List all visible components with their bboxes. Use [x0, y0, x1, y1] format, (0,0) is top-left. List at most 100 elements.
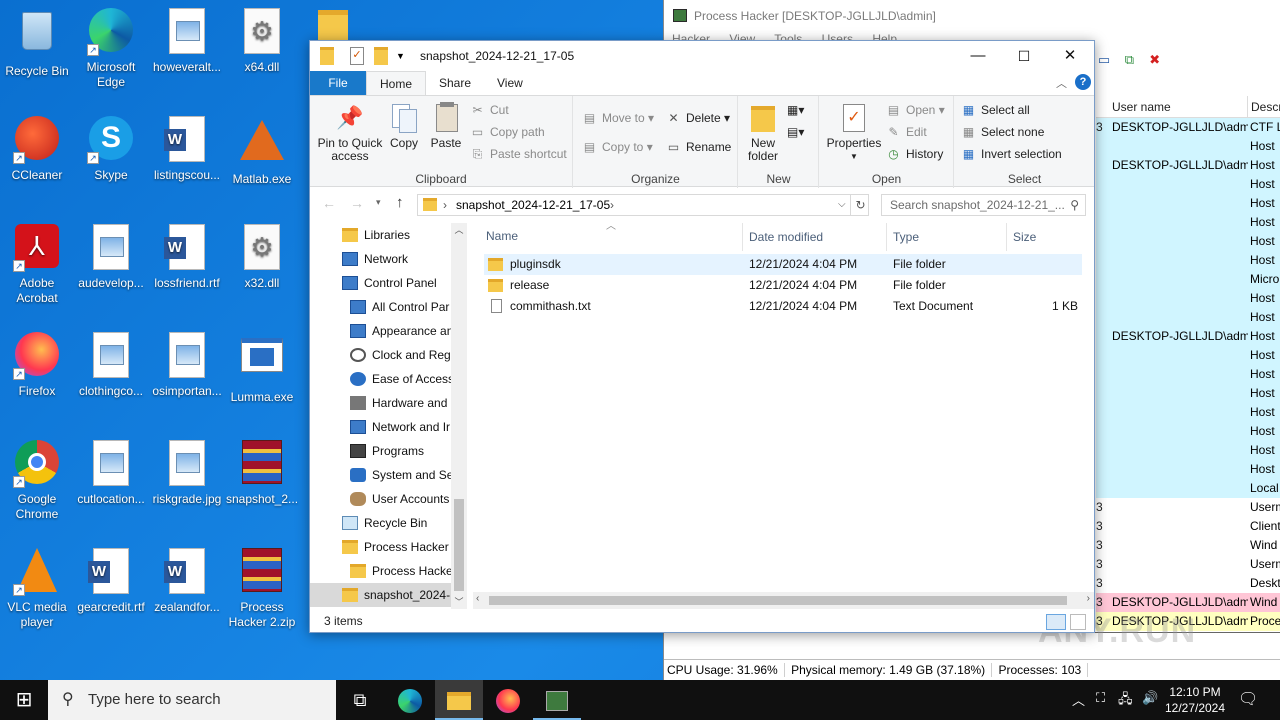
process-row[interactable]: Micro [1096, 270, 1280, 289]
volume-icon[interactable]: 🔊 [1142, 690, 1158, 706]
cut-button[interactable]: ✂ Cut [470, 100, 508, 120]
process-row[interactable]: Host [1096, 346, 1280, 365]
scrollbar-thumb[interactable] [489, 596, 1067, 605]
tree-item-snapshot[interactable]: snapshot_2024-1 [310, 583, 467, 607]
large-icons-view-icon[interactable] [1070, 614, 1086, 630]
process-row[interactable]: 3 Wind [1096, 536, 1280, 555]
taskbar-search-box[interactable]: ⚲ Type here to search [48, 680, 336, 720]
minimize-button[interactable]: — [955, 41, 1001, 71]
file-list-horizontal-scrollbar[interactable]: ‹ › [473, 592, 1094, 609]
desktop-icon-riskgrade[interactable]: riskgrade.jpg [150, 440, 224, 507]
taskbar-firefox[interactable] [484, 680, 532, 720]
process-row[interactable]: Host [1096, 460, 1280, 479]
new-folder-qat-icon[interactable] [374, 47, 388, 65]
scroll-up-icon[interactable]: ︿ [451, 223, 467, 237]
tree-item-clock-region[interactable]: Clock and Regi [350, 343, 453, 367]
desktop-icon-google-chrome[interactable]: ↗ Google Chrome [0, 440, 74, 522]
file-row-pluginsdk[interactable]: pluginsdk 12/21/2024 4:04 PM File folder [484, 254, 1082, 275]
process-row[interactable]: Host [1096, 308, 1280, 327]
process-row[interactable]: Host [1096, 384, 1280, 403]
process-row[interactable]: 3 DESKTOP-JGLLJLD\admi Wind [1096, 593, 1280, 612]
desktop-icon-lumma[interactable]: Lumma.exe [225, 332, 299, 405]
terminate-icon[interactable]: ✖ [1147, 52, 1163, 68]
tree-item-process-hacker-2[interactable]: Process Hacker 2 [342, 535, 459, 559]
desktop-icon-listingscou[interactable]: listingscou... [150, 116, 224, 183]
desktop-icon-x64-dll[interactable]: ⚙ x64.dll [225, 8, 299, 75]
properties-qat-icon[interactable]: ✓ [350, 47, 364, 65]
column-user-name[interactable]: User name [1112, 96, 1171, 118]
process-row[interactable]: Host [1096, 194, 1280, 213]
desktop-icon-x32-dll[interactable]: ⚙ x32.dll [225, 224, 299, 291]
find-window-icon[interactable]: ⧉ [1121, 52, 1137, 68]
process-row[interactable]: Local [1096, 479, 1280, 498]
scroll-left-icon[interactable]: ‹ [476, 593, 479, 604]
process-hacker-titlebar[interactable]: Process Hacker [DESKTOP-JGLLJLD\admin] [664, 0, 1280, 32]
desktop-icon-howeveralt[interactable]: howeveralt... [150, 8, 224, 75]
refresh-icon[interactable]: ↻ [850, 195, 870, 215]
column-name[interactable]: Name [486, 229, 518, 243]
task-view-button[interactable]: ⧉ [336, 680, 384, 720]
desktop-icon-snapshot-rar[interactable]: snapshot_2... [225, 440, 299, 507]
chevron-down-icon[interactable]: ▼ [396, 47, 406, 65]
select-none-button[interactable]: ▦ Select none [961, 122, 1045, 142]
tree-item-process-hacker[interactable]: Process Hacker [350, 559, 457, 583]
scroll-down-icon[interactable]: ﹀ [451, 595, 467, 609]
taskbar-edge[interactable] [386, 680, 434, 720]
collapse-ribbon-icon[interactable]: ︿ [1056, 75, 1067, 91]
process-row[interactable]: Host [1096, 213, 1280, 232]
breadcrumb-current[interactable]: snapshot_2024-12-21_17-05 [456, 195, 610, 215]
process-row[interactable]: DESKTOP-JGLLJLD\admi Host [1096, 327, 1280, 346]
paste-shortcut-button[interactable]: ⎘ Paste shortcut [470, 144, 567, 164]
desktop-icon-cutlocation[interactable]: cutlocation... [74, 440, 148, 507]
easy-access-button[interactable]: ▤▾ [787, 122, 804, 142]
desktop-icon-vlc[interactable]: ↗ VLC media player [0, 548, 74, 630]
process-row[interactable]: Host [1096, 232, 1280, 251]
process-row[interactable]: 3 DESKTOP-JGLLJLD\admiCTF L [1096, 118, 1280, 137]
process-row[interactable]: Host [1096, 289, 1280, 308]
address-bar[interactable]: › snapshot_2024-12-21_17-05 › ⌵ ↻ [417, 194, 869, 216]
process-row[interactable]: Host [1096, 365, 1280, 384]
desktop-icon-gearcredit[interactable]: gearcredit.rtf [74, 548, 148, 615]
desktop-icon-adobe-acrobat[interactable]: ⅄ ↗ Adobe Acrobat [0, 224, 74, 306]
taskbar-file-explorer[interactable] [435, 680, 483, 720]
process-row[interactable]: Host [1096, 403, 1280, 422]
delete-button[interactable]: ✕ Delete ▾ [666, 108, 730, 128]
maximize-button[interactable]: ☐ [1001, 41, 1047, 71]
close-button[interactable]: ✕ [1047, 41, 1093, 71]
process-row[interactable]: 3 Userm [1096, 555, 1280, 574]
column-size[interactable]: Size [1006, 223, 1036, 251]
tab-view[interactable]: View [484, 71, 536, 95]
desktop-icon-lossfriend[interactable]: lossfriend.rtf [150, 224, 224, 291]
forward-arrow-icon[interactable]: → [350, 195, 364, 211]
scrollbar-thumb[interactable] [454, 499, 464, 591]
up-arrow-icon[interactable]: ↑ [396, 194, 404, 211]
chevron-up-icon[interactable]: ︿ [1072, 690, 1085, 709]
ethernet-icon[interactable]: 🖧 [1118, 690, 1133, 712]
recent-locations-icon[interactable]: ▾ [376, 197, 381, 208]
new-folder-button[interactable]: New folder [745, 102, 781, 163]
open-button[interactable]: ▤ Open ▾ [886, 100, 945, 120]
history-button[interactable]: ◷ History [886, 144, 943, 164]
tab-home[interactable]: Home [366, 71, 427, 95]
process-row[interactable]: Host [1096, 441, 1280, 460]
tree-item-appearance[interactable]: Appearance an [350, 319, 453, 343]
back-arrow-icon[interactable]: ← [322, 195, 336, 211]
desktop-icon-recycle-bin[interactable]: Recycle Bin [0, 8, 74, 79]
properties-button[interactable]: ✓ Properties ▼ [826, 102, 882, 163]
paste-button[interactable]: Paste [428, 102, 464, 150]
tree-item-system-security[interactable]: System and Se [350, 463, 453, 487]
file-row-release[interactable]: release 12/21/2024 4:04 PM File folder [484, 275, 1082, 296]
move-to-button[interactable]: ▤ Move to ▾ [582, 108, 654, 128]
explorer-titlebar[interactable]: ✓ ▼ snapshot_2024-12-21_17-05 — ☐ ✕ [310, 41, 1094, 71]
process-row[interactable]: 3 Deskt [1096, 574, 1280, 593]
desktop-icon-process-hacker-zip[interactable]: Process Hacker 2.zip [225, 548, 299, 630]
column-date-modified[interactable]: Date modified [742, 223, 823, 251]
network-icon[interactable]: ⛶ [1096, 690, 1105, 706]
tree-item-recycle-bin[interactable]: Recycle Bin [342, 511, 427, 535]
window-icon[interactable]: ▭ [1096, 52, 1112, 68]
tree-item-control-panel[interactable]: Control Panel [342, 271, 437, 295]
pin-to-quick-access-button[interactable]: 📌 Pin to Quick access [316, 102, 384, 163]
folder-icon[interactable] [318, 10, 348, 40]
search-box[interactable]: Search snapshot_2024-12-21_... ⚲ [881, 194, 1086, 216]
rename-button[interactable]: ▭ Rename [666, 137, 732, 157]
